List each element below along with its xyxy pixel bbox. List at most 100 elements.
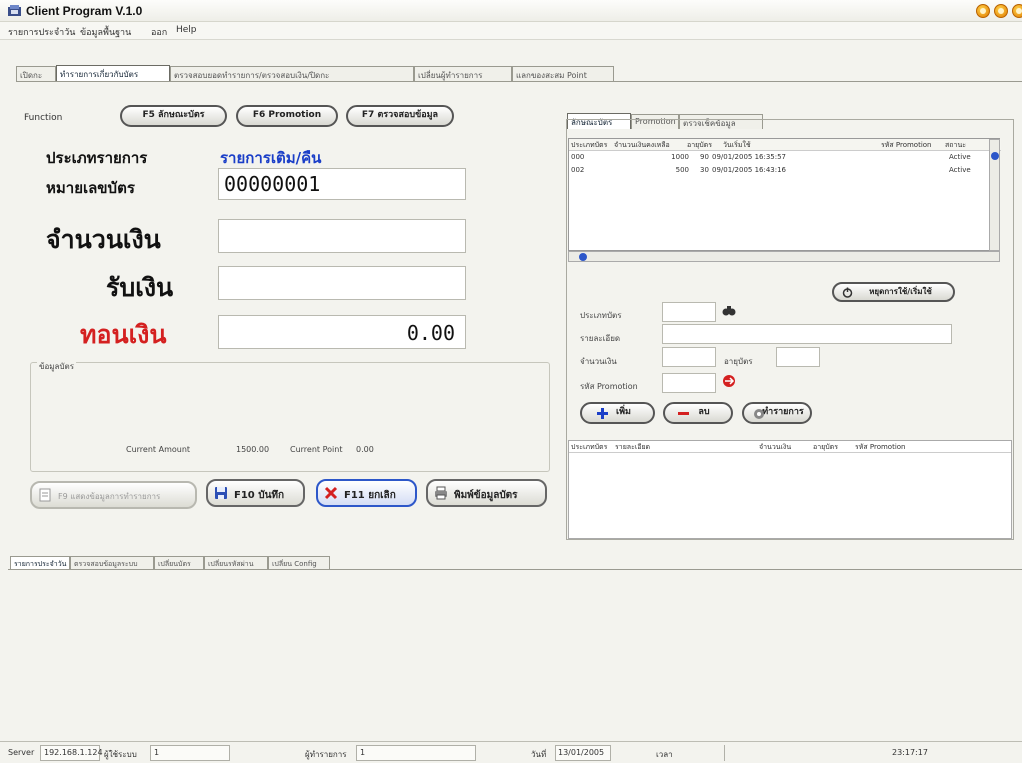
tab-change-operator[interactable]: เปลี่ยนผู้ทำรายการ bbox=[414, 66, 512, 81]
process-button[interactable]: ทำรายการ bbox=[742, 402, 812, 424]
table-row[interactable]: 000 1000 90 09/01/2005 16:35:57 Active bbox=[569, 152, 1001, 164]
amount-field-input[interactable] bbox=[662, 347, 716, 367]
change-output: 0.00 bbox=[218, 315, 466, 349]
dcol-description: รายละเอียด bbox=[615, 443, 651, 451]
promo-lookup-icon[interactable] bbox=[722, 374, 736, 388]
col-start-date: วันเริ่มใช้ bbox=[723, 141, 751, 149]
card-age-label: อายุบัตร bbox=[724, 357, 753, 366]
dcol-age: อายุบัตร bbox=[813, 443, 838, 451]
transaction-type-label: ประเภทรายการ bbox=[46, 149, 148, 167]
cell-type: 000 bbox=[571, 153, 585, 161]
server-label: Server bbox=[8, 748, 35, 757]
tab-daily-transactions[interactable]: รายการประจำวัน bbox=[10, 556, 70, 569]
cell-start: 09/01/2005 16:35:57 bbox=[712, 153, 787, 161]
card-type-input[interactable] bbox=[662, 302, 716, 322]
tab-card-transactions[interactable]: ทำรายการเกี่ยวกับบัตร bbox=[56, 65, 170, 81]
power-icon bbox=[842, 287, 853, 298]
operator-box bbox=[356, 745, 476, 761]
process-label: ทำรายการ bbox=[762, 407, 804, 417]
f7-check-data-button[interactable]: F7 ตรวจสอบข้อมูล bbox=[346, 105, 454, 127]
detail-table: ประเภทบัตร รายละเอียด จำนวนเงิน อายุบัตร… bbox=[568, 440, 1012, 539]
cancel-x-icon bbox=[324, 486, 338, 500]
transaction-type-value: รายการเติม/คืน bbox=[220, 149, 322, 167]
table-row[interactable]: 002 500 30 09/01/2005 16:43:16 Active bbox=[569, 165, 1001, 177]
toggle-usage-button[interactable]: หยุดการใช้/เริ่มใช้ bbox=[832, 282, 955, 302]
title-bar: Client Program V.1.0 bbox=[0, 0, 1022, 22]
printer-icon bbox=[435, 486, 447, 500]
close-button[interactable] bbox=[1012, 4, 1022, 18]
received-label: รับเงิน bbox=[106, 273, 174, 302]
delete-button[interactable]: ลบ bbox=[663, 402, 733, 424]
scroll-thumb[interactable] bbox=[991, 152, 999, 160]
cell-type: 002 bbox=[571, 166, 585, 174]
cell-age: 90 bbox=[700, 153, 709, 161]
cell-balance: 1000 bbox=[671, 153, 689, 161]
col-card-type: ประเภทบัตร bbox=[571, 141, 608, 149]
user-label: ผู้ใช้ระบบ bbox=[104, 750, 137, 759]
operator-label: ผู้ทำรายการ bbox=[305, 750, 347, 759]
card-number-input[interactable]: 00000001 bbox=[218, 168, 466, 200]
cell-start: 09/01/2005 16:43:16 bbox=[712, 166, 787, 174]
toggle-usage-label: หยุดการใช้/เริ่มใช้ bbox=[869, 287, 932, 296]
tab-redeem-points[interactable]: แลกของสะสม Point bbox=[512, 66, 614, 81]
gear-icon bbox=[754, 409, 764, 419]
card-age-input[interactable] bbox=[776, 347, 820, 367]
promo-code-label: รหัส Promotion bbox=[580, 382, 638, 391]
server-value: 192.168.1.124 bbox=[44, 748, 103, 757]
plus-icon bbox=[597, 408, 608, 419]
menu-exit[interactable]: ออก bbox=[151, 25, 167, 39]
date-label: วันที่ bbox=[531, 750, 547, 759]
f11-cancel-button[interactable]: F11 ยกเลิก bbox=[316, 479, 417, 507]
hscroll-thumb[interactable] bbox=[579, 253, 587, 261]
function-label: Function bbox=[24, 113, 63, 123]
card-number-label: หมายเลขบัตร bbox=[46, 179, 135, 197]
current-amount-label: Current Amount bbox=[126, 445, 191, 454]
current-point-label: Current Point bbox=[290, 445, 343, 454]
delete-label: ลบ bbox=[698, 407, 710, 417]
current-amount-value: 1500.00 bbox=[236, 445, 270, 454]
f10-label: F10 บันทึก bbox=[234, 490, 285, 501]
col-promo-code: รหัส Promotion bbox=[881, 141, 932, 149]
tab-change-config[interactable]: เปลี่ยน Config bbox=[268, 556, 330, 569]
cell-status: Active bbox=[949, 153, 971, 161]
time-label: เวลา bbox=[656, 750, 673, 759]
table-header-row: ประเภทบัตร จำนวนเงินคงเหลือ อายุบัตร วัน… bbox=[569, 139, 1001, 151]
menu-daily[interactable]: รายการประจำวัน bbox=[8, 25, 75, 39]
tab-change-card[interactable]: เปลี่ยนบัตร bbox=[154, 556, 204, 569]
dcol-card-type: ประเภทบัตร bbox=[571, 443, 608, 451]
time-value: 23:17:17 bbox=[892, 748, 928, 757]
tab-check-close-shift[interactable]: ตรวจสอบยอดทำรายการ/ตรวจสอบเงิน/ปิดกะ bbox=[170, 66, 414, 81]
amount-input[interactable] bbox=[218, 219, 466, 253]
document-icon bbox=[39, 488, 51, 502]
change-value: 0.00 bbox=[406, 321, 455, 345]
operator-value: 1 bbox=[360, 748, 366, 757]
f10-save-button[interactable]: F10 บันทึก bbox=[206, 479, 305, 507]
col-age: อายุบัตร bbox=[687, 141, 712, 149]
dcol-amount: จำนวนเงิน bbox=[759, 443, 792, 451]
description-input[interactable] bbox=[662, 324, 952, 344]
tab-change-password[interactable]: เปลี่ยนรหัสผ่าน bbox=[204, 556, 268, 569]
dcol-promo: รหัส Promotion bbox=[855, 443, 906, 451]
received-input[interactable] bbox=[218, 266, 466, 300]
minimize-button[interactable] bbox=[976, 4, 990, 18]
menu-bar: รายการประจำวัน ข้อมูลพื้นฐาน ออก Help bbox=[0, 22, 1022, 40]
maximize-button[interactable] bbox=[994, 4, 1008, 18]
menu-basic-data[interactable]: ข้อมูลพื้นฐาน bbox=[80, 25, 131, 39]
col-balance: จำนวนเงินคงเหลือ bbox=[614, 141, 670, 149]
print-card-button[interactable]: พิมพ์ข้อมูลบัตร bbox=[426, 479, 547, 507]
binoculars-icon[interactable] bbox=[722, 303, 736, 317]
tab-system-check[interactable]: ตรวจสอบข้อมูลระบบ bbox=[70, 556, 154, 569]
horizontal-scrollbar[interactable] bbox=[568, 251, 1000, 262]
f6-promotion-button[interactable]: F6 Promotion bbox=[236, 105, 338, 127]
menu-help[interactable]: Help bbox=[176, 25, 197, 35]
add-button[interactable]: เพิ่ม bbox=[580, 402, 655, 424]
f5-card-type-button[interactable]: F5 ลักษณะบัตร bbox=[120, 105, 227, 127]
promo-code-input[interactable] bbox=[662, 373, 716, 393]
card-info-title: ข้อมูลบัตร bbox=[37, 360, 77, 373]
user-value: 1 bbox=[154, 748, 160, 757]
tab-open-shift[interactable]: เปิดกะ bbox=[16, 66, 56, 81]
f11-label: F11 ยกเลิก bbox=[344, 490, 396, 501]
status-bar: Server 192.168.1.124 ผู้ใช้ระบบ 1 ผู้ทำร… bbox=[0, 741, 1022, 763]
current-point-value: 0.00 bbox=[356, 445, 374, 454]
vertical-scrollbar[interactable] bbox=[989, 139, 1000, 251]
